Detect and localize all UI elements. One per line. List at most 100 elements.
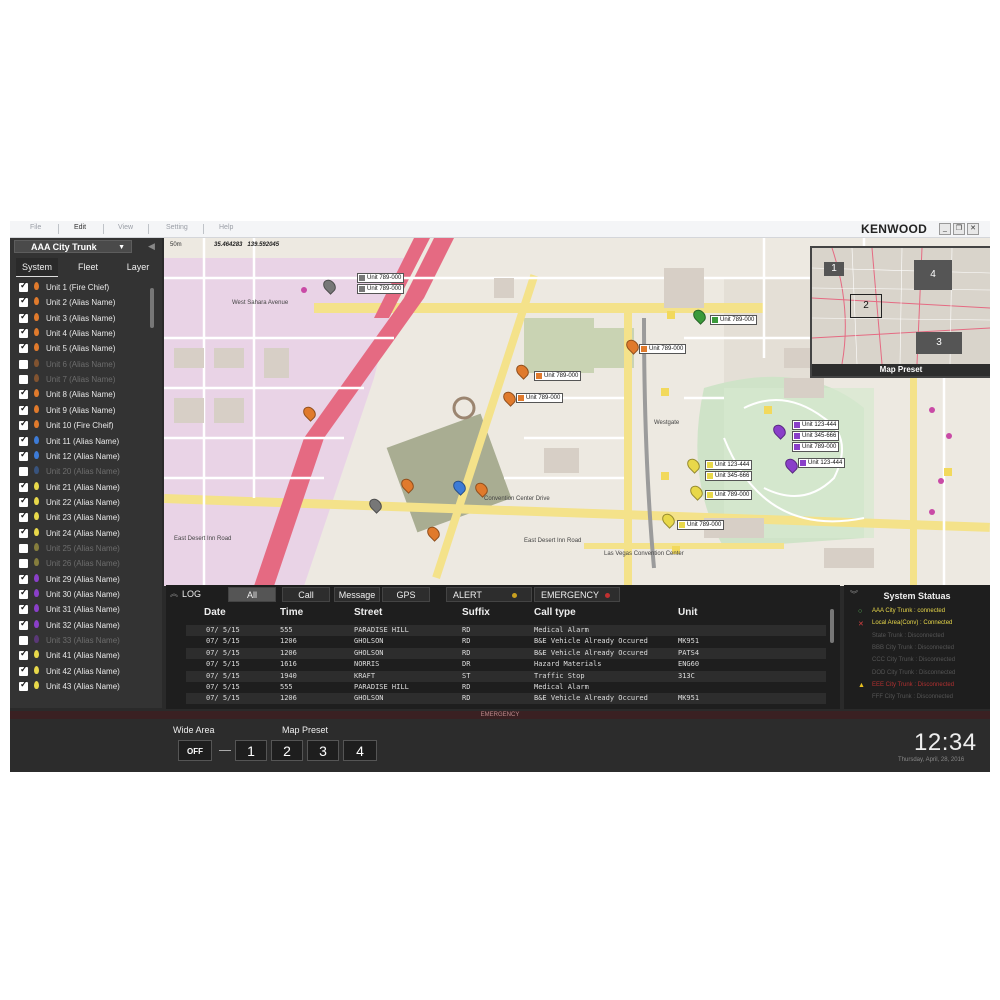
unit-list-item[interactable]: ✓ Unit 12 (Alias Name) <box>19 449 149 464</box>
unit-checkbox[interactable]: ✓ <box>19 648 28 661</box>
unit-list-item[interactable]: ✓ Unit 32 (Alias Name) <box>19 618 149 633</box>
unit-list-item[interactable]: ✓ Unit 30 (Alias Name) <box>19 587 149 602</box>
emergency-bar[interactable]: EMERGENCY <box>10 711 990 719</box>
column-street[interactable]: Street <box>354 607 382 618</box>
unit-checkbox[interactable]: ✓ <box>19 449 28 461</box>
unit-list-item[interactable]: ✓ Unit 22 (Alias Name) <box>19 495 149 510</box>
unit-checkbox[interactable] <box>19 375 28 385</box>
column-suffix[interactable]: Suffix <box>462 607 490 618</box>
unit-list-item[interactable]: ✓ Unit 29 (Alias Name) <box>19 572 149 587</box>
unit-checkbox[interactable]: ✓ <box>19 418 28 431</box>
unit-checkbox[interactable]: ✓ <box>19 572 28 584</box>
tab-call[interactable]: Call <box>282 587 330 602</box>
unit-list-item[interactable]: ✓ Unit 1 (Fire Chief) <box>19 280 149 295</box>
unit-list-item[interactable]: ✓ Unit 3 (Alias Name) <box>19 311 149 326</box>
unit-tag[interactable]: Unit 123-444 <box>705 460 753 470</box>
unit-list-item[interactable]: ✓ Unit 41 (Alias Name) <box>19 648 149 663</box>
collapse-left-icon[interactable]: ◀ <box>148 241 155 252</box>
unit-checkbox[interactable]: ✓ <box>19 387 28 400</box>
tab-message[interactable]: Message <box>334 587 380 602</box>
unit-tag[interactable]: Unit 789-000 <box>792 442 840 452</box>
unit-tag[interactable]: Unit 789-000 <box>677 520 725 530</box>
unit-checkbox[interactable]: ✓ <box>19 618 28 630</box>
unit-tag[interactable]: Unit 789-000 <box>705 490 753 500</box>
unit-list-item[interactable]: ✓ Unit 10 (Fire Cheif) <box>19 418 149 433</box>
unit-checkbox[interactable]: ✓ <box>19 403 28 415</box>
menu-help[interactable]: Help <box>219 224 233 231</box>
unit-checkbox[interactable]: ✓ <box>19 526 28 538</box>
log-row[interactable]: 07/ 5/15 1206 GHOLSON RD B&E Vehicle Already… <box>186 647 826 659</box>
close-button[interactable]: ✕ <box>967 223 979 235</box>
unit-list-item[interactable]: Unit 7 (Alias Name) <box>19 372 149 387</box>
unit-tag[interactable]: Unit 345-666 <box>792 431 840 441</box>
unit-list-item[interactable]: ✓ Unit 5 (Alias Name) <box>19 341 149 356</box>
tab-emergency[interactable]: EMERGENCY <box>534 587 620 602</box>
unit-tag[interactable]: Unit 123-444 <box>792 420 840 430</box>
unit-list-item[interactable]: Unit 25 (Alias Name) <box>19 541 149 556</box>
unit-checkbox[interactable] <box>19 559 28 569</box>
wide-area-off-button[interactable]: OFF <box>178 740 212 761</box>
unit-list-scrollbar[interactable] <box>150 288 154 328</box>
unit-list-item[interactable]: ✓ Unit 24 (Alias Name) <box>19 526 149 541</box>
restore-button[interactable]: ❐ <box>953 223 965 235</box>
tab-fleet[interactable]: Fleet <box>68 258 108 276</box>
unit-tag[interactable]: Unit 789-000 <box>534 371 582 381</box>
unit-list-item[interactable]: Unit 6 (Alias Name) <box>19 357 149 372</box>
unit-tag[interactable]: Unit 789-000 <box>710 315 758 325</box>
unit-checkbox[interactable]: ✓ <box>19 341 28 354</box>
unit-tag[interactable]: Unit 789-000 <box>639 344 687 354</box>
unit-checkbox[interactable] <box>19 359 28 369</box>
unit-tag[interactable]: Unit 789-000 <box>357 284 405 294</box>
log-row[interactable]: 07/ 5/15 555 PARADISE HILL RD Medical Alarm <box>186 625 826 636</box>
preset-3-button[interactable]: 3 <box>307 740 339 761</box>
column-time[interactable]: Time <box>280 607 303 618</box>
unit-checkbox[interactable]: ✓ <box>19 295 28 308</box>
minimize-button[interactable]: _ <box>939 223 951 235</box>
unit-checkbox[interactable]: ✓ <box>19 280 28 292</box>
unit-list-item[interactable]: ✓ Unit 31 (Alias Name) <box>19 602 149 617</box>
trunk-selector[interactable]: AAA City Trunk ▼ <box>14 240 132 253</box>
unit-checkbox[interactable]: ✓ <box>19 495 28 507</box>
unit-list-item[interactable]: ✓ Unit 43 (Alias Name) <box>19 679 149 694</box>
preset-2-button[interactable]: 2 <box>271 740 303 761</box>
collapse-up-icon[interactable]: ︽ <box>170 588 178 599</box>
preset-4-button[interactable]: 4 <box>343 740 377 761</box>
map-preset-minimap[interactable]: 1 4 2 3 Map Preset <box>810 246 990 378</box>
menu-view[interactable]: View <box>118 224 133 231</box>
log-scrollbar[interactable] <box>830 609 834 643</box>
unit-list-item[interactable]: ✓ Unit 23 (Alias Name) <box>19 510 149 525</box>
column-unit[interactable]: Unit <box>678 607 697 618</box>
log-row[interactable]: 07/ 5/15 1206 GHOLSON RD B&E Vehicle Already… <box>186 693 826 705</box>
preset-region-4[interactable]: 4 <box>914 260 952 290</box>
menu-edit[interactable]: Edit <box>74 224 86 231</box>
unit-checkbox[interactable]: ✓ <box>19 311 28 323</box>
unit-checkbox[interactable]: ✓ <box>19 679 28 692</box>
unit-list-item[interactable]: ✓ Unit 8 (Alias Name) <box>19 387 149 402</box>
tab-all[interactable]: All <box>228 587 276 602</box>
unit-list-item[interactable]: Unit 33 (Alias Name) <box>19 633 149 648</box>
log-row[interactable]: 07/ 5/15 1940 KRAFT ST Traffic Stop 313C <box>186 670 826 682</box>
column-call-type[interactable]: Call type <box>534 607 576 618</box>
preset-region-2[interactable]: 2 <box>850 294 882 318</box>
unit-checkbox[interactable]: ✓ <box>19 434 28 446</box>
unit-tag[interactable]: Unit 123-444 <box>798 458 846 468</box>
menu-file[interactable]: File <box>30 224 41 231</box>
unit-checkbox[interactable]: ✓ <box>19 326 28 339</box>
unit-list-item[interactable]: Unit 26 (Alias Name) <box>19 556 149 571</box>
unit-list-item[interactable]: ✓ Unit 42 (Alias Name) <box>19 664 149 679</box>
column-date[interactable]: Date <box>204 607 226 618</box>
log-row[interactable]: 07/ 5/15 555 PARADISE HILL RD Medical Alarm <box>186 682 826 693</box>
tab-alert[interactable]: ALERT <box>446 587 532 602</box>
unit-checkbox[interactable]: ✓ <box>19 587 28 599</box>
tab-gps[interactable]: GPS <box>382 587 430 602</box>
map-view[interactable]: 50m 35.464283 139.592045 West Sahara Ave… <box>164 238 990 586</box>
preset-1-button[interactable]: 1 <box>235 740 267 761</box>
preset-region-1[interactable]: 1 <box>824 262 844 276</box>
unit-checkbox[interactable] <box>19 543 28 553</box>
unit-list-item[interactable]: ✓ Unit 2 (Alias Name) <box>19 295 149 310</box>
unit-list-item[interactable]: ✓ Unit 9 (Alias Name) <box>19 403 149 418</box>
menu-setting[interactable]: Setting <box>166 224 188 231</box>
unit-checkbox[interactable]: ✓ <box>19 480 28 492</box>
unit-checkbox[interactable]: ✓ <box>19 602 28 615</box>
unit-checkbox[interactable] <box>19 636 28 646</box>
